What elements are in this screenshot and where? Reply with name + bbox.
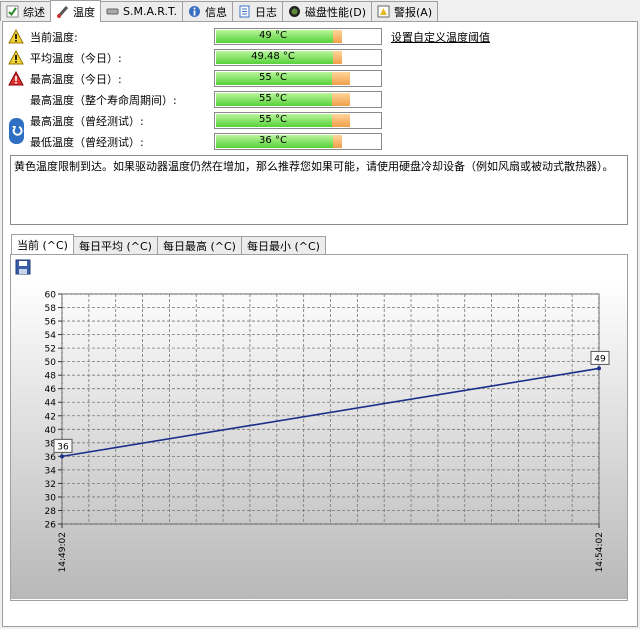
- chart-tab-daily-average[interactable]: 每日平均 (^C): [72, 236, 158, 254]
- main-tab-bar: 综述 温度 S.M.A.R.T. 信息 日志 磁盘性能(D) 警报(A): [0, 0, 640, 22]
- tab-overview-label: 综述: [23, 5, 45, 19]
- y-tick-label: 36: [45, 453, 57, 463]
- log-icon: [239, 5, 250, 18]
- tab-disk-performance[interactable]: 磁盘性能(D): [281, 1, 373, 21]
- tab-temperature-label: 温度: [73, 5, 95, 19]
- tab-alerts-label: 警报(A): [394, 5, 433, 19]
- tab-disk-performance-label: 磁盘性能(D): [304, 5, 367, 19]
- reset-icon[interactable]: [9, 118, 24, 144]
- max-lifetime-label: 最高温度（整个寿命周期间）:: [30, 94, 177, 107]
- y-tick-label: 42: [45, 412, 56, 422]
- max-ever-bar: 55 °C: [214, 112, 382, 129]
- average-temp-label: 平均温度（今日）:: [30, 52, 122, 65]
- y-tick-label: 52: [45, 345, 56, 355]
- gauge-icon: [288, 6, 300, 17]
- min-ever-label: 最低温度（曾经测试）:: [30, 136, 144, 149]
- y-tick-label: 60: [45, 291, 57, 301]
- max-today-bar: 55 °C: [214, 70, 382, 87]
- y-tick-label: 26: [45, 521, 57, 531]
- y-tick-label: 30: [45, 493, 57, 503]
- max-today-value: 55 °C: [259, 72, 287, 83]
- average-temp-bar: 49.48 °C: [214, 49, 382, 66]
- chart-tab-bar: 当前 (^C) 每日平均 (^C) 每日最高 (^C) 每日最小 (^C): [11, 234, 326, 254]
- y-tick-label: 28: [45, 507, 57, 517]
- chart-tab-current[interactable]: 当前 (^C): [11, 234, 74, 254]
- tab-smart-label: S.M.A.R.T.: [123, 5, 177, 18]
- tab-info-label: 信息: [204, 5, 227, 19]
- tab-overview[interactable]: 综述: [0, 1, 51, 21]
- tab-alerts[interactable]: 警报(A): [371, 1, 439, 21]
- y-tick-label: 32: [45, 480, 56, 490]
- warning-icon: [8, 29, 24, 44]
- max-lifetime-value: 55 °C: [259, 93, 287, 104]
- info-message-box: 黄色温度限制到达。如果驱动器温度仍然在增加，那么推荐您如果可能，请使用硬盘冷却设…: [10, 155, 628, 225]
- average-temp-value: 49.48 °C: [251, 51, 295, 62]
- tab-log[interactable]: 日志: [231, 1, 283, 21]
- min-ever-value: 36 °C: [259, 135, 287, 146]
- tab-smart[interactable]: S.M.A.R.T.: [100, 1, 183, 21]
- y-tick-label: 58: [45, 304, 57, 314]
- set-custom-threshold-link[interactable]: 设置自定义温度阈值: [391, 29, 490, 45]
- y-tick-label: 56: [45, 318, 57, 328]
- y-tick-label: 44: [45, 399, 57, 409]
- chart-tab-daily-max[interactable]: 每日最高 (^C): [156, 236, 242, 254]
- data-label: 49: [594, 354, 606, 364]
- data-point: [60, 454, 64, 459]
- check-icon: [6, 5, 19, 18]
- data-label: 36: [57, 442, 69, 452]
- current-temp-label: 当前温度:: [30, 31, 78, 44]
- data-point: [597, 366, 601, 371]
- min-ever-bar: 36 °C: [214, 133, 382, 150]
- max-today-label: 最高温度（今日）:: [30, 73, 122, 86]
- current-temp-bar: 49 °C: [214, 28, 382, 45]
- tab-log-label: 日志: [254, 5, 277, 19]
- chart-background: [11, 279, 627, 599]
- alert-icon: [377, 5, 390, 18]
- tab-temperature[interactable]: 温度: [50, 0, 101, 22]
- info-icon: [188, 6, 200, 17]
- y-tick-label: 54: [45, 331, 57, 341]
- chart-tab-daily-min[interactable]: 每日最小 (^C): [240, 236, 326, 254]
- y-tick-label: 46: [45, 385, 57, 395]
- y-tick-label: 40: [45, 426, 57, 436]
- max-lifetime-bar: 55 °C: [214, 91, 382, 108]
- warning-icon: [8, 50, 24, 65]
- save-icon[interactable]: [15, 259, 31, 275]
- max-ever-value: 55 °C: [259, 114, 287, 125]
- chart-container: 26 28 30 32 34 36 38 40 42 44 46 48 50 52 54 56 58 60 14:…: [10, 254, 628, 601]
- error-icon: [8, 71, 24, 86]
- x-tick-label: 14:49:02: [58, 532, 68, 572]
- x-tick-label: 14:54:02: [595, 532, 605, 572]
- y-tick-label: 50: [45, 358, 57, 368]
- current-temp-value: 49 °C: [259, 30, 287, 41]
- max-ever-label: 最高温度（曾经测试）:: [30, 115, 144, 128]
- disk-icon: [106, 8, 119, 15]
- tab-info[interactable]: 信息: [181, 1, 233, 21]
- y-tick-label: 34: [45, 466, 57, 476]
- thermometer-icon: [57, 6, 69, 18]
- y-tick-label: 48: [45, 372, 57, 382]
- temperature-chart: 262830323436384042444648505254565860 14:…: [11, 279, 627, 599]
